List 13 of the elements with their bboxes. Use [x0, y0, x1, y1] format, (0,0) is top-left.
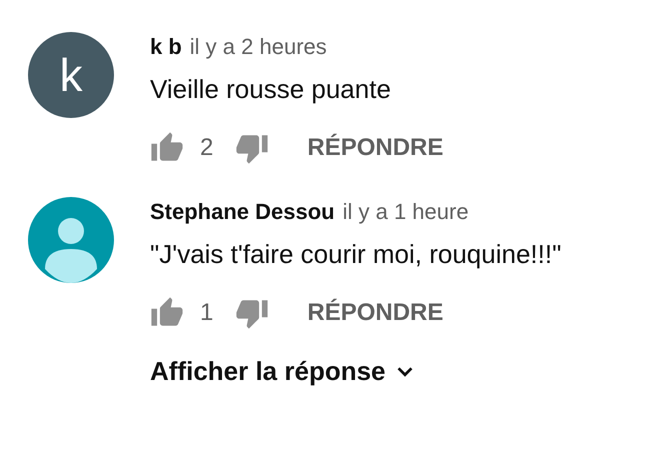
comment-text: "J'vais t'faire courir moi, rouquine!!!" [150, 239, 562, 270]
avatar-icon[interactable] [28, 197, 114, 283]
comment-time[interactable]: il y a 1 heure [342, 199, 469, 225]
comment-text: Vieille rousse puante [150, 74, 392, 105]
comment-time[interactable]: il y a 2 heures [190, 34, 327, 60]
reply-button[interactable]: RÉPONDRE [307, 134, 444, 162]
avatar[interactable]: k [28, 32, 114, 118]
author-name[interactable]: Stephane Dessou [150, 199, 335, 225]
reply-button[interactable]: RÉPONDRE [307, 299, 444, 327]
like-count: 2 [200, 134, 214, 162]
show-replies-button[interactable]: Afficher la réponse [150, 356, 562, 387]
like-count: 1 [200, 299, 214, 327]
author-name[interactable]: k b [150, 34, 182, 60]
